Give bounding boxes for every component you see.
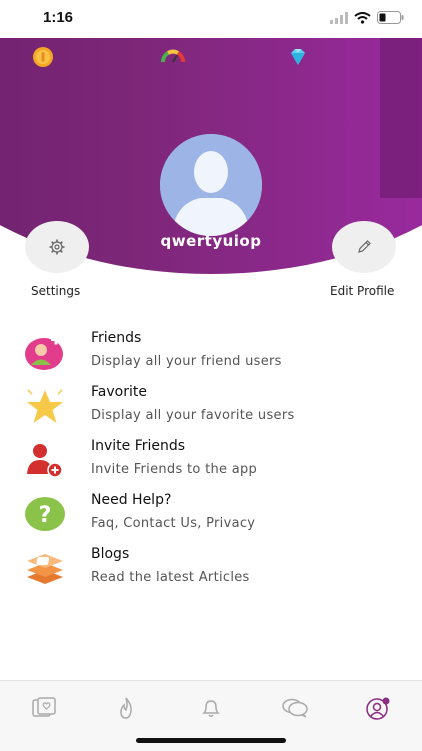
- gear-icon: [49, 239, 65, 255]
- pencil-icon: [358, 240, 371, 253]
- invite-user-icon: [27, 444, 63, 478]
- status-bar: 1:16: [0, 0, 422, 38]
- menu-subtitle: Faq, Contact Us, Privacy: [91, 516, 256, 531]
- tab-notifications[interactable]: [195, 693, 227, 723]
- menu-title: Favorite: [91, 384, 147, 400]
- battery-icon: [377, 11, 404, 24]
- menu-subtitle: Invite Friends to the app: [91, 462, 258, 477]
- menu-subtitle: Display all your favorite users: [91, 408, 295, 423]
- bell-icon: [202, 700, 220, 717]
- status-time: 1:16: [43, 9, 74, 26]
- menu-item-blogs[interactable]: Blogs Read the latest Articles: [0, 542, 422, 590]
- menu-subtitle: Read the latest Articles: [91, 570, 250, 585]
- menu-title: Blogs: [91, 546, 130, 562]
- menu-subtitle: Display all your friend users: [91, 354, 282, 369]
- menu-item-friends[interactable]: Friends Display all your friend users: [0, 326, 422, 374]
- avatar[interactable]: [160, 134, 262, 236]
- edit-profile-button[interactable]: [332, 221, 396, 273]
- tab-flame[interactable]: [110, 693, 142, 723]
- gauge-icon[interactable]: [160, 46, 186, 68]
- tab-chat[interactable]: [279, 693, 311, 723]
- signal-icon: [330, 11, 348, 24]
- cards-icon: [32, 697, 56, 717]
- diamond-icon[interactable]: [287, 46, 309, 68]
- blogger-icon: [27, 554, 63, 584]
- menu-item-need-help[interactable]: ? Need Help? Faq, Contact Us, Privacy: [0, 488, 422, 536]
- svg-text:?: ?: [39, 503, 52, 528]
- menu-title: Invite Friends: [91, 438, 186, 454]
- profile-icon: [366, 697, 390, 720]
- status-icons: [330, 11, 404, 24]
- tab-cards[interactable]: [28, 693, 60, 723]
- home-indicator: [136, 738, 286, 743]
- coin-icon[interactable]: [32, 46, 54, 68]
- help-icon: ?: [25, 497, 65, 531]
- settings-button[interactable]: [25, 221, 89, 273]
- chat-icon: [282, 698, 308, 718]
- wifi-icon: [354, 11, 371, 24]
- tab-profile[interactable]: [362, 693, 394, 723]
- edit-profile-label[interactable]: Edit Profile: [330, 284, 394, 298]
- settings-label[interactable]: Settings: [31, 284, 80, 298]
- flame-icon: [120, 697, 132, 719]
- header-shade: [380, 38, 422, 198]
- menu-title: Friends: [91, 330, 142, 346]
- star-icon: [27, 389, 63, 423]
- menu-item-favorite[interactable]: Favorite Display all your favorite users: [0, 380, 422, 428]
- menu-item-invite-friends[interactable]: Invite Friends Invite Friends to the app: [0, 434, 422, 482]
- friends-add-icon: [25, 334, 63, 370]
- menu-title: Need Help?: [91, 492, 172, 508]
- default-avatar-icon: [160, 134, 262, 236]
